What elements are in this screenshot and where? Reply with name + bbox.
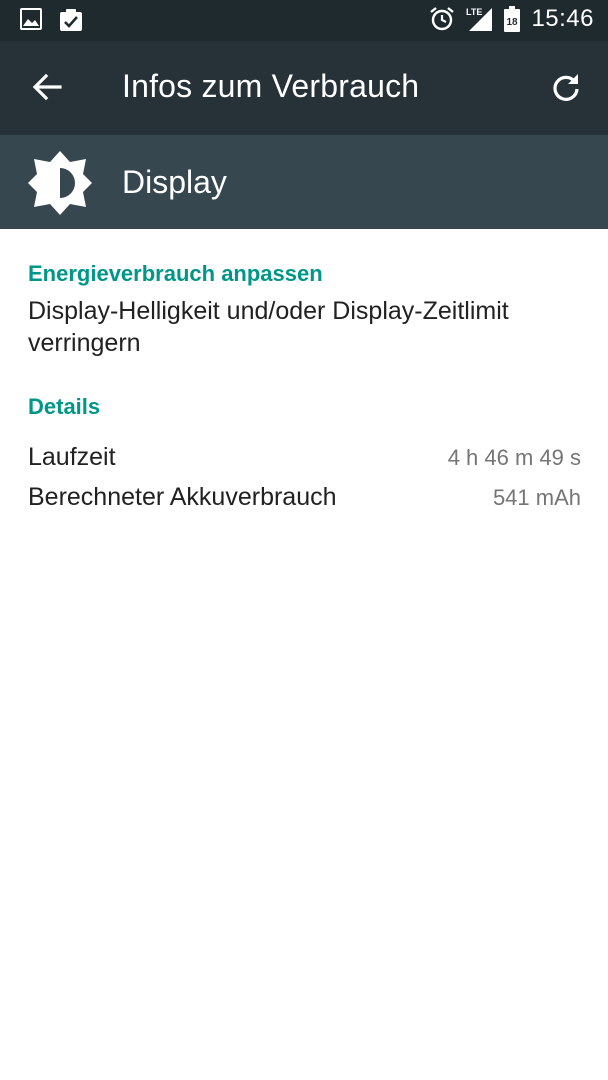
network-type-label: LTE [466, 7, 482, 17]
app-bar: Infos zum Verbrauch [0, 41, 608, 135]
refresh-button[interactable] [542, 65, 590, 113]
details-heading: Details [28, 394, 101, 419]
tip-text: Display-Helligkeit und/oder Display-Zeit… [28, 297, 509, 357]
brightness-icon [26, 149, 94, 217]
status-bar: LTE 18 15:46 [0, 0, 608, 41]
screen: LTE 18 15:46 Infos zum Verbrauch Display… [0, 0, 608, 1080]
page-title: Infos zum Verbrauch [122, 68, 420, 104]
clipboard-check-icon [59, 8, 83, 32]
item-header: Display [0, 135, 608, 229]
detail-row-runtime: Laufzeit 4 h 46 m 49 s [28, 443, 581, 477]
status-time: 15:46 [531, 5, 594, 32]
tip-heading: Energieverbrauch anpassen [28, 261, 323, 286]
notification-icons [20, 8, 83, 32]
alarm-icon [429, 6, 455, 32]
system-icons: LTE 18 15:46 [429, 5, 594, 33]
back-button[interactable] [22, 65, 72, 113]
detail-label: Berechneter Akkuverbrauch [28, 483, 337, 511]
gallery-icon [20, 8, 42, 32]
refresh-icon [551, 72, 581, 107]
detail-value: 541 mAh [492, 485, 581, 510]
signal-icon: LTE [465, 5, 493, 33]
arrow-back-icon [32, 72, 62, 107]
battery-icon: 18 [503, 5, 521, 33]
detail-label: Laufzeit [28, 443, 116, 471]
detail-row-battery-usage: Berechneter Akkuverbrauch 541 mAh [28, 483, 581, 517]
item-title: Display [122, 164, 227, 200]
battery-level: 18 [507, 17, 519, 28]
detail-value: 4 h 46 m 49 s [447, 445, 581, 470]
